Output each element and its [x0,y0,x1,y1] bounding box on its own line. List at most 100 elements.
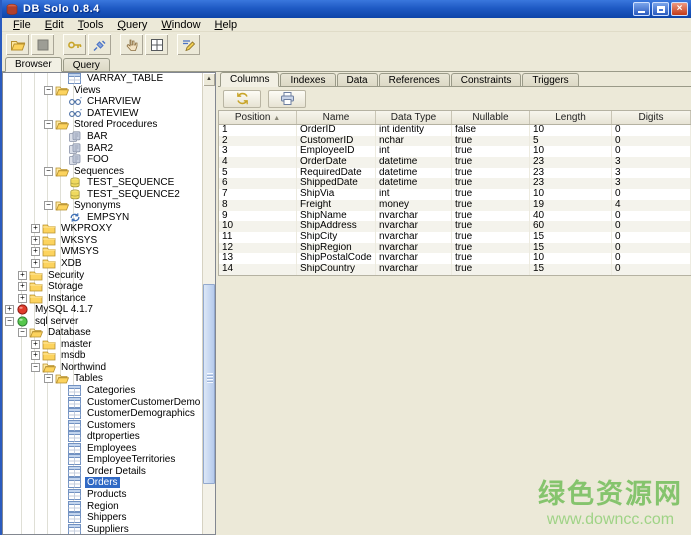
tree-item-customerdemographics[interactable]: CustomerDemographics [3,408,215,420]
tree-item-mysql-4-1-7[interactable]: +MySQL 4.1.7 [3,304,215,316]
tree-item-suppliers[interactable]: Suppliers [3,523,215,535]
expand-icon[interactable]: + [18,294,27,303]
expand-icon[interactable]: + [31,236,40,245]
tree-item-bar2[interactable]: BAR2 [3,142,215,154]
table-row[interactable]: 8Freightmoneytrue194 [219,200,691,211]
tree-item-tables[interactable]: −Tables [3,373,215,385]
tree-item-bar[interactable]: BAR [3,131,215,143]
table-row[interactable]: 1OrderIDint identityfalse100 [219,125,691,136]
collapse-icon[interactable]: − [44,201,53,210]
tree-item-test-sequence2[interactable]: TEST_SEQUENCE2 [3,188,215,200]
tree-item-views[interactable]: −Views [3,85,215,97]
tree-scrollbar[interactable]: ▲ [202,73,215,534]
collapse-icon[interactable]: − [44,86,53,95]
table-row[interactable]: 12ShipRegionnvarchartrue150 [219,243,691,254]
tree-item-customercustomerdemo[interactable]: CustomerCustomerDemo [3,396,215,408]
close-button[interactable]: × [671,2,688,16]
menu-window[interactable]: Window [154,19,207,31]
maximize-button[interactable] [652,2,669,16]
column-header-length[interactable]: Length [530,111,612,124]
tree-item-categories[interactable]: Categories [3,385,215,397]
column-header-name[interactable]: Name [297,111,376,124]
tree-item-northwind[interactable]: −Northwind [3,362,215,374]
table-row[interactable]: 2CustomerIDnchartrue50 [219,136,691,147]
stop-square-button[interactable] [31,34,54,55]
tree-item-shippers[interactable]: Shippers [3,512,215,524]
table-row[interactable]: 14ShipCountrynvarchartrue150 [219,264,691,275]
tree-item-empsyn[interactable]: EMPSYN [3,212,215,224]
table-row[interactable]: 10ShipAddressnvarchartrue600 [219,221,691,232]
tree-item-synonyms[interactable]: −Synonyms [3,200,215,212]
refresh-button[interactable] [223,90,261,108]
printer-button[interactable] [268,90,306,108]
table-row[interactable]: 5RequiredDatedatetimetrue233 [219,168,691,179]
menu-file[interactable]: File [6,19,38,31]
table-row[interactable]: 4OrderDatedatetimetrue233 [219,157,691,168]
tree-item-customers[interactable]: Customers [3,419,215,431]
tree-item-stored-procedures[interactable]: −Stored Procedures [3,119,215,131]
table-row[interactable]: 11ShipCitynvarchartrue150 [219,232,691,243]
tree-item-order-details[interactable]: Order Details [3,466,215,478]
table-row[interactable]: 6ShippedDatedatetimetrue233 [219,178,691,189]
tab-query[interactable]: Query [63,58,110,71]
collapse-icon[interactable]: − [44,167,53,176]
table-row[interactable]: 9ShipNamenvarchartrue400 [219,211,691,222]
expand-icon[interactable]: + [31,224,40,233]
tree-item-employeeterritories[interactable]: EmployeeTerritories [3,454,215,466]
tree-item-sql-server[interactable]: −sql server [3,315,215,327]
sql-editor-button[interactable] [177,34,200,55]
tree-item-wkproxy[interactable]: +WKPROXY [3,223,215,235]
table-row[interactable]: 3EmployeeIDinttrue100 [219,146,691,157]
tab-triggers[interactable]: Triggers [522,73,578,86]
tab-constraints[interactable]: Constraints [451,73,522,86]
tab-indexes[interactable]: Indexes [280,73,335,86]
scroll-up-button[interactable]: ▲ [203,73,215,86]
column-header-position[interactable]: Position ▲ [219,111,297,124]
tree-item-wksys[interactable]: +WKSYS [3,235,215,247]
tree-item-master[interactable]: +master [3,339,215,351]
hand-browse-button[interactable] [120,34,143,55]
expand-icon[interactable]: + [31,351,40,360]
tree-item-dateview[interactable]: DATEVIEW [3,108,215,120]
menu-help[interactable]: Help [208,19,245,31]
open-folder-button[interactable] [6,34,29,55]
tab-references[interactable]: References [379,73,450,86]
column-header-data-type[interactable]: Data Type [376,111,452,124]
table-row[interactable]: 13ShipPostalCodenvarchartrue100 [219,253,691,264]
collapse-icon[interactable]: − [31,363,40,372]
tree-item-varray-table[interactable]: VARRAY_TABLE [3,73,215,85]
tree-item-security[interactable]: +Security [3,269,215,281]
menu-edit[interactable]: Edit [38,19,71,31]
tree-item-wmsys[interactable]: +WMSYS [3,246,215,258]
expand-icon[interactable]: + [31,259,40,268]
tree-item-database[interactable]: −Database [3,327,215,339]
tree-item-msdb[interactable]: +msdb [3,350,215,362]
scrollbar-thumb[interactable] [203,284,215,484]
tree-item-storage[interactable]: +Storage [3,281,215,293]
tree-item-charview[interactable]: CHARVIEW [3,96,215,108]
menu-query[interactable]: Query [110,19,154,31]
expand-icon[interactable]: + [31,340,40,349]
tree-item-xdb[interactable]: +XDB [3,258,215,270]
tab-columns[interactable]: Columns [220,72,279,87]
plug-disconnect-button[interactable] [88,34,111,55]
collapse-icon[interactable]: − [44,374,53,383]
tree-item-dtproperties[interactable]: dtproperties [3,431,215,443]
menu-tools[interactable]: Tools [71,19,111,31]
expand-icon[interactable]: + [18,282,27,291]
tree-item-products[interactable]: Products [3,489,215,501]
tree-item-foo[interactable]: FOO [3,154,215,166]
tree-item-employees[interactable]: Employees [3,443,215,455]
grid-view-button[interactable] [145,34,168,55]
column-header-digits[interactable]: Digits [612,111,691,124]
minimize-button[interactable] [633,2,650,16]
key-connect-button[interactable] [63,34,86,55]
expand-icon[interactable]: + [5,305,14,314]
collapse-icon[interactable]: − [44,120,53,129]
expand-icon[interactable]: + [31,247,40,256]
column-header-nullable[interactable]: Nullable [452,111,530,124]
tree-item-sequences[interactable]: −Sequences [3,165,215,177]
tab-browser[interactable]: Browser [5,57,62,72]
collapse-icon[interactable]: − [5,317,14,326]
collapse-icon[interactable]: − [18,328,27,337]
